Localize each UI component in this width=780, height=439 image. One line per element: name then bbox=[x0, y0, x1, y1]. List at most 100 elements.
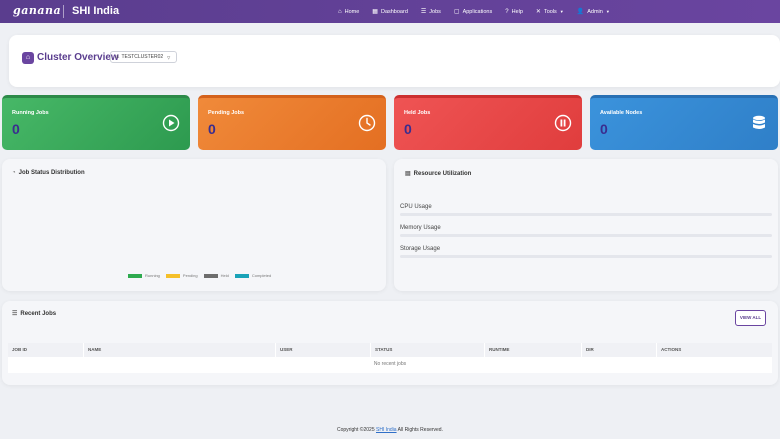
legend-item-running[interactable]: Running bbox=[128, 273, 160, 278]
warning-icon: ⚠ bbox=[115, 54, 120, 60]
server-icon: ▤ bbox=[405, 171, 411, 177]
column-divider bbox=[581, 343, 582, 357]
chevron-down-icon: ▽ bbox=[167, 54, 171, 60]
memory-usage-label: Memory Usage bbox=[400, 225, 441, 231]
recent-jobs-table-header: JOB ID NAME USER STATUS RUNTIME DIR ACTI… bbox=[8, 343, 772, 357]
legend-label: Pending bbox=[182, 273, 198, 278]
nav-item-applications[interactable]: ▢ Applications bbox=[453, 8, 493, 16]
cluster-select-value: TESTCLUSTER02 bbox=[121, 54, 164, 60]
legend-item-held[interactable]: Held bbox=[203, 273, 229, 278]
cpu-usage-label: CPU Usage bbox=[400, 204, 432, 210]
legend-item-completed[interactable]: Completed bbox=[234, 273, 272, 278]
panel-title-label: Resource Utilization bbox=[413, 170, 472, 177]
stat-label: Pending Jobs bbox=[208, 110, 245, 116]
nav-item-admin[interactable]: 👤 Admin ▼ bbox=[576, 8, 610, 16]
nav-item-label: Admin bbox=[587, 8, 603, 15]
storage-usage-label: Storage Usage bbox=[400, 246, 441, 252]
nav-item-help[interactable]: ? Help bbox=[505, 9, 523, 15]
job-status-panel bbox=[2, 159, 386, 291]
panel-title-label: Job Status Distribution bbox=[18, 170, 85, 176]
footer-rights: All Rights Reserved. bbox=[396, 427, 443, 433]
stat-value: 0 bbox=[208, 121, 216, 137]
pie-chart-icon: ◔ bbox=[12, 170, 16, 176]
column-header-name[interactable]: NAME bbox=[88, 347, 101, 352]
storage-usage-bar bbox=[400, 255, 772, 258]
column-divider bbox=[275, 343, 276, 357]
chevron-down-icon: ▼ bbox=[559, 9, 564, 14]
legend-swatch bbox=[128, 273, 142, 278]
legend-swatch bbox=[165, 273, 180, 278]
stat-label: Held Jobs bbox=[404, 110, 431, 116]
view-all-button[interactable]: VIEW ALL bbox=[735, 310, 766, 326]
nav-item-home[interactable]: ⌂ Home bbox=[338, 9, 359, 15]
stat-card-available-nodes: Available Nodes 0 bbox=[590, 95, 778, 150]
nav-item-label: Home bbox=[344, 8, 360, 15]
pause-circle-icon bbox=[554, 114, 572, 132]
column-header-dir[interactable]: DIR bbox=[586, 347, 594, 352]
recent-jobs-title: ☰ Recent Jobs bbox=[12, 310, 57, 318]
column-divider bbox=[484, 343, 485, 357]
empty-table-message: No recent jobs bbox=[373, 361, 407, 367]
database-icon bbox=[753, 115, 765, 129]
panel-title-label: Recent Jobs bbox=[20, 310, 57, 317]
cluster-overview-card: ⌂ Cluster Overview ⚠ TESTCLUSTER02 ▽ bbox=[9, 35, 780, 87]
legend-label: Held bbox=[220, 273, 229, 278]
column-header-job-id[interactable]: JOB ID bbox=[12, 347, 27, 352]
job-status-title: ◔ Job Status Distribution bbox=[12, 170, 85, 176]
cluster-select[interactable]: ⚠ TESTCLUSTER02 ▽ bbox=[110, 51, 177, 63]
clock-icon bbox=[358, 114, 376, 132]
cluster-icon: ⌂ bbox=[22, 52, 34, 64]
brand-logo[interactable]: ganana bbox=[13, 4, 61, 17]
stat-value: 0 bbox=[12, 121, 20, 137]
nav-item-tools[interactable]: ✕ Tools ▼ bbox=[535, 8, 564, 16]
stat-label: Available Nodes bbox=[600, 110, 643, 116]
brand-name[interactable]: SHI India bbox=[72, 5, 119, 17]
play-circle-icon bbox=[162, 114, 180, 132]
stat-card-pending-jobs: Pending Jobs 0 bbox=[198, 95, 386, 150]
help-icon: ? bbox=[505, 8, 509, 15]
list-icon: ☰ bbox=[420, 9, 427, 15]
footer: Copyright ©2025 SHI India All Rights Res… bbox=[0, 427, 780, 433]
resource-utilization-panel bbox=[394, 159, 778, 291]
recent-jobs-table-body: No recent jobs bbox=[8, 357, 772, 373]
nav-item-label: Tools bbox=[543, 8, 557, 15]
dashboard-icon: ▦ bbox=[372, 9, 378, 15]
chart-legend: Running Pending Held Completed bbox=[128, 273, 277, 278]
brand-divider bbox=[63, 5, 64, 18]
column-divider bbox=[370, 343, 371, 357]
nav-item-label: Applications bbox=[462, 8, 493, 15]
memory-usage-bar bbox=[400, 234, 772, 237]
footer-company-link[interactable]: SHI India bbox=[376, 427, 397, 433]
column-header-actions[interactable]: ACTIONS bbox=[661, 347, 681, 352]
column-divider bbox=[656, 343, 657, 357]
user-icon: 👤 bbox=[576, 9, 585, 15]
column-divider bbox=[83, 343, 84, 357]
home-icon: ⌂ bbox=[338, 8, 342, 15]
nav-menu: ⌂ Home ▦ Dashboard ☰ Jobs ▢ Applications… bbox=[338, 0, 623, 23]
nav-item-label: Jobs bbox=[429, 8, 441, 15]
stat-card-held-jobs: Held Jobs 0 bbox=[394, 95, 582, 150]
legend-swatch bbox=[234, 273, 249, 278]
column-header-runtime[interactable]: RUNTIME bbox=[489, 347, 510, 352]
nav-item-dashboard[interactable]: ▦ Dashboard bbox=[372, 8, 408, 16]
stat-value: 0 bbox=[404, 121, 412, 137]
legend-item-pending[interactable]: Pending bbox=[165, 273, 198, 278]
top-navbar: ganana SHI India ⌂ Home ▦ Dashboard ☰ Jo… bbox=[0, 0, 780, 23]
list-icon: ☰ bbox=[12, 311, 18, 317]
resource-utilization-title: ▤ Resource Utilization bbox=[405, 170, 472, 178]
stat-label: Running Jobs bbox=[12, 110, 49, 116]
footer-copyright: Copyright ©2025 bbox=[337, 427, 376, 433]
stat-value: 0 bbox=[600, 121, 608, 137]
page-title: Cluster Overview bbox=[37, 52, 119, 63]
chevron-down-icon: ▼ bbox=[605, 9, 610, 14]
applications-icon: ▢ bbox=[453, 9, 460, 15]
legend-swatch bbox=[203, 273, 218, 278]
column-header-user[interactable]: USER bbox=[280, 347, 293, 352]
tools-icon: ✕ bbox=[535, 9, 541, 15]
column-header-status[interactable]: STATUS bbox=[375, 347, 392, 352]
cpu-usage-bar bbox=[400, 213, 772, 216]
nav-item-jobs[interactable]: ☰ Jobs bbox=[420, 8, 441, 16]
legend-label: Completed bbox=[251, 273, 272, 278]
nav-item-label: Dashboard bbox=[380, 8, 408, 15]
stat-card-running-jobs: Running Jobs 0 bbox=[2, 95, 190, 150]
